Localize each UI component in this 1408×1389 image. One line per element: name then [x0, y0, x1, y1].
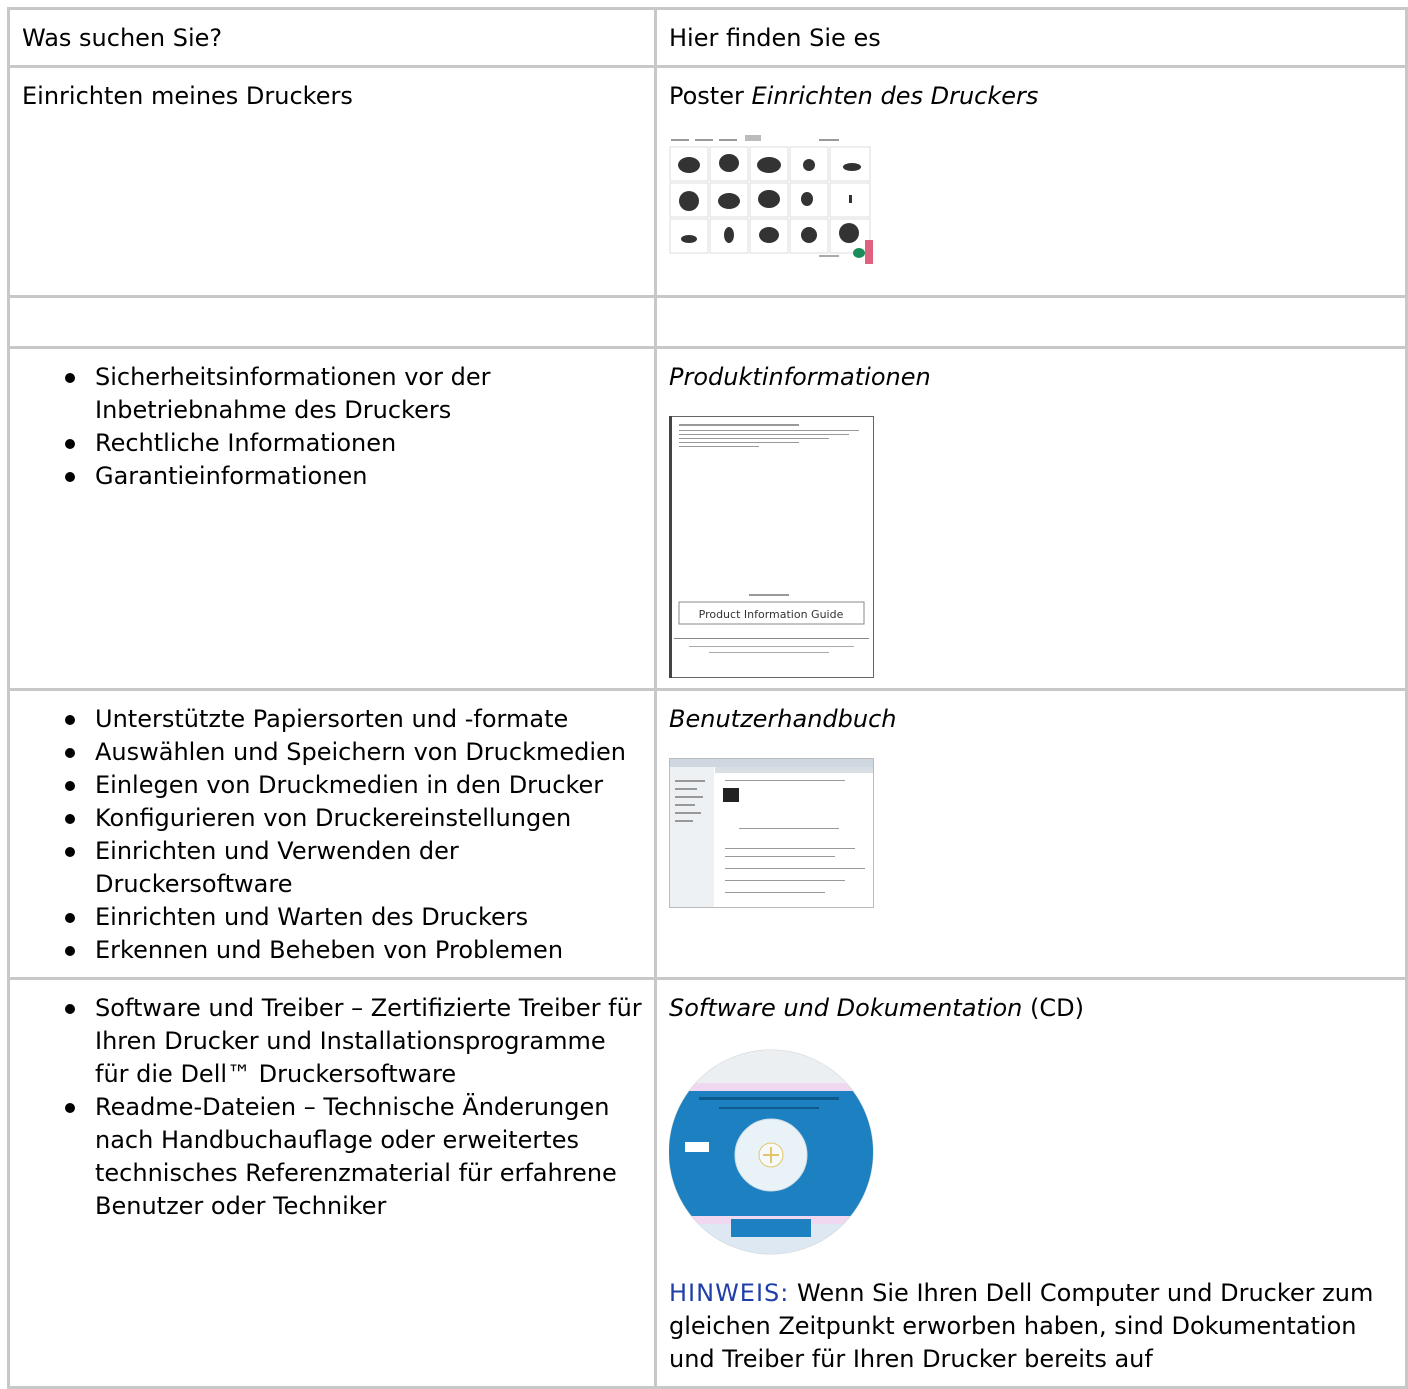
row-source-cell: Software und Dokumentation (CD) HINWEIS:…: [657, 980, 1405, 1386]
page-content: Was suchen Sie? Hier finden Sie es Einri…: [7, 7, 1408, 1389]
table-row-empty: [10, 298, 1405, 346]
info-table: Was suchen Sie? Hier finden Sie es Einri…: [7, 7, 1408, 1389]
header-cell-where: Hier finden Sie es: [657, 10, 1405, 65]
row-topic-text: Einrichten meines Druckers: [22, 82, 353, 110]
table-row: Software und Treiber – Zertifizierte Tre…: [10, 980, 1405, 1386]
row-source-cell: Produktinformationen Product Information…: [657, 349, 1405, 688]
list-item: Einrichten und Verwenden der Druckersoft…: [65, 835, 642, 901]
source-title: Produktinformationen: [669, 363, 931, 391]
row-topic-cell: Einrichten meines Druckers: [10, 68, 654, 295]
list-item: Readme-Dateien – Technische Änderungen n…: [65, 1091, 642, 1223]
table-row: Einrichten meines Druckers Poster Einric…: [10, 68, 1405, 295]
list-item: Einlegen von Druckmedien in den Drucker: [65, 769, 642, 802]
list-item: Software und Treiber – Zertifizierte Tre…: [65, 992, 642, 1091]
setup-poster-thumbnail: [669, 135, 874, 265]
row-topic-cell: Sicherheitsinformationen vor der Inbetri…: [10, 349, 654, 688]
row-source-cell: Poster Einrichten des Druckers: [657, 68, 1405, 295]
topic-list: Software und Treiber – Zertifizierte Tre…: [22, 992, 642, 1223]
topic-list: Sicherheitsinformationen vor der Inbetri…: [22, 361, 642, 493]
row-source-cell: Benutzerhandbuch: [657, 691, 1405, 977]
list-item: Einrichten und Warten des Druckers: [65, 901, 642, 934]
product-information-guide-thumbnail: Product Information Guide: [669, 416, 874, 678]
row-topic-cell: Software und Treiber – Zertifizierte Tre…: [10, 980, 654, 1386]
note-label: HINWEIS:: [669, 1279, 790, 1307]
topic-list: Unterstützte Papiersorten und -formate A…: [22, 703, 642, 967]
note-paragraph: HINWEIS: Wenn Sie Ihren Dell Computer un…: [669, 1277, 1393, 1376]
table-header-row: Was suchen Sie? Hier finden Sie es: [10, 10, 1405, 65]
list-item: Auswählen und Speichern von Druckmedien: [65, 736, 642, 769]
source-title: Software und Dokumentation: [669, 994, 1023, 1022]
source-suffix: (CD): [1022, 994, 1084, 1022]
table-row: Sicherheitsinformationen vor der Inbetri…: [10, 349, 1405, 688]
list-item: Konfigurieren von Druckereinstellungen: [65, 802, 642, 835]
guide-cover-title: Product Information Guide: [699, 608, 844, 621]
software-cd-thumbnail: [669, 1049, 874, 1255]
list-item: Sicherheitsinformationen vor der Inbetri…: [65, 361, 642, 427]
list-item: Rechtliche Informationen: [65, 427, 642, 460]
user-guide-thumbnail: [669, 758, 874, 908]
row-topic-cell: Unterstützte Papiersorten und -formate A…: [10, 691, 654, 977]
empty-cell-left: [10, 298, 654, 346]
source-title: Einrichten des Druckers: [751, 82, 1039, 110]
list-item: Garantieinformationen: [65, 460, 642, 493]
list-item: Erkennen und Beheben von Problemen: [65, 934, 642, 967]
empty-cell-right: [657, 298, 1405, 346]
header-cell-what: Was suchen Sie?: [10, 10, 654, 65]
table-row: Unterstützte Papiersorten und -formate A…: [10, 691, 1405, 977]
source-prefix: Poster: [669, 82, 752, 110]
list-item: Unterstützte Papiersorten und -formate: [65, 703, 642, 736]
source-title: Benutzerhandbuch: [669, 705, 897, 733]
